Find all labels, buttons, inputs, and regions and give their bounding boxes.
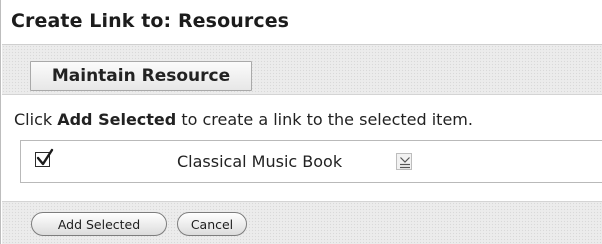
add-selected-button[interactable]: Add Selected [31,212,167,236]
dialog-panel: Create Link to: Resources Maintain Resou… [0,0,602,244]
instruction-prefix: Click [14,110,58,129]
page-title: Create Link to: Resources [11,10,290,32]
instruction-text: Click Add Selected to create a link to t… [14,110,473,129]
instruction-suffix: to create a link to the selected item. [176,110,473,129]
list-item: Classical Music Book [20,140,602,183]
item-label: Classical Music Book [177,152,343,171]
maintain-resource-button[interactable]: Maintain Resource [30,61,252,91]
instruction-emphasis: Add Selected [57,110,177,129]
menu-icon[interactable] [396,153,412,170]
cancel-button[interactable]: Cancel [177,212,247,236]
checkmark-icon [36,148,54,166]
item-checkbox[interactable] [35,148,54,167]
